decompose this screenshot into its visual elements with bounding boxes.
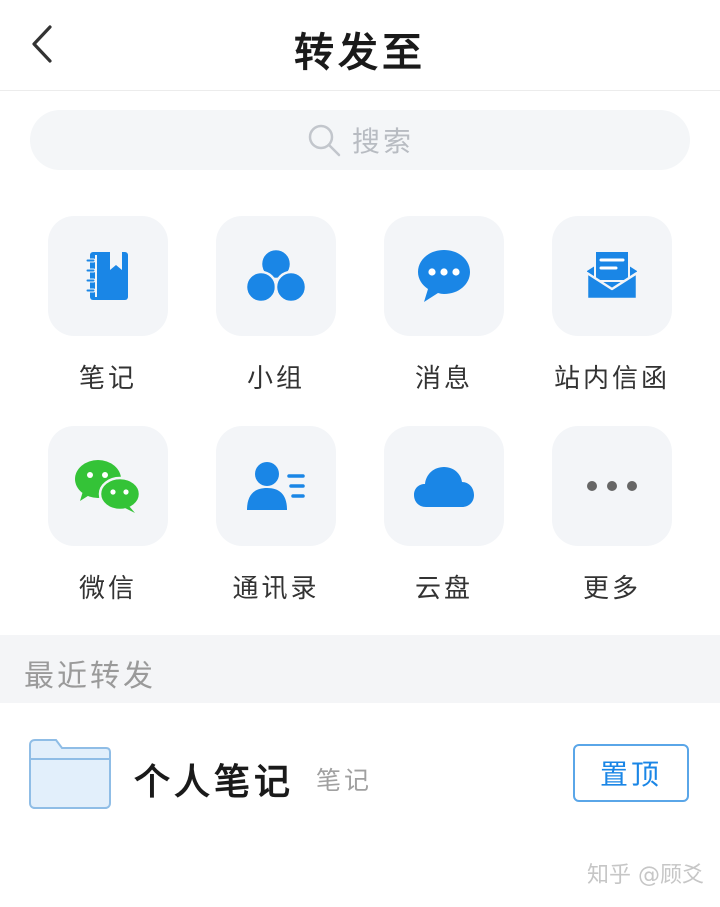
tile-label: 更多 xyxy=(582,574,641,604)
tile xyxy=(216,216,336,336)
tile xyxy=(384,426,504,546)
contacts-icon xyxy=(247,462,305,510)
share-target-message[interactable]: 消息 xyxy=(364,216,524,395)
tile-label: 微信 xyxy=(78,574,137,604)
tile xyxy=(384,216,504,336)
top-bar: 转发至 xyxy=(0,0,720,91)
message-bubble-icon xyxy=(418,250,470,302)
tile xyxy=(552,426,672,546)
list-item[interactable]: 个人笔记 笔记 置顶 xyxy=(0,703,720,843)
tile-label: 通讯录 xyxy=(232,574,320,604)
tile-label: 云盘 xyxy=(414,574,473,604)
pin-to-top-button[interactable]: 置顶 xyxy=(573,744,689,802)
notebook-icon xyxy=(85,252,128,300)
folder-icon xyxy=(29,739,111,809)
cloud-icon xyxy=(414,467,474,507)
page-title: 转发至 xyxy=(294,30,426,76)
share-target-inbox[interactable]: 站内信函 xyxy=(532,216,692,395)
tile xyxy=(552,216,672,336)
share-target-notes[interactable]: 笔记 xyxy=(28,216,188,395)
search-placeholder: 搜索 xyxy=(351,125,414,158)
tile-label: 站内信函 xyxy=(553,364,670,394)
mail-icon xyxy=(585,250,639,301)
search-input[interactable]: 搜索 xyxy=(30,110,690,170)
tile-label: 小组 xyxy=(246,364,305,394)
group-icon xyxy=(244,247,308,304)
share-target-wechat[interactable]: 微信 xyxy=(28,426,188,605)
tile xyxy=(48,216,168,336)
tile xyxy=(216,426,336,546)
share-target-contacts[interactable]: 通讯录 xyxy=(196,426,356,605)
share-target-more[interactable]: 更多 xyxy=(532,426,692,605)
watermark: 知乎 @顾爻 xyxy=(587,863,704,888)
share-target-group[interactable]: 小组 xyxy=(196,216,356,395)
more-dots-icon xyxy=(587,481,637,491)
share-target-cloud[interactable]: 云盘 xyxy=(364,426,524,605)
recent-item-type: 笔记 xyxy=(316,766,373,795)
tile-label: 消息 xyxy=(414,364,473,394)
tile xyxy=(48,426,168,546)
tile-label: 笔记 xyxy=(78,364,137,394)
wechat-icon xyxy=(75,460,142,513)
recent-section-header: 最近转发 xyxy=(0,635,720,703)
recent-item-name: 个人笔记 xyxy=(134,762,295,803)
section-title: 最近转发 xyxy=(24,659,156,694)
search-icon xyxy=(306,122,342,158)
